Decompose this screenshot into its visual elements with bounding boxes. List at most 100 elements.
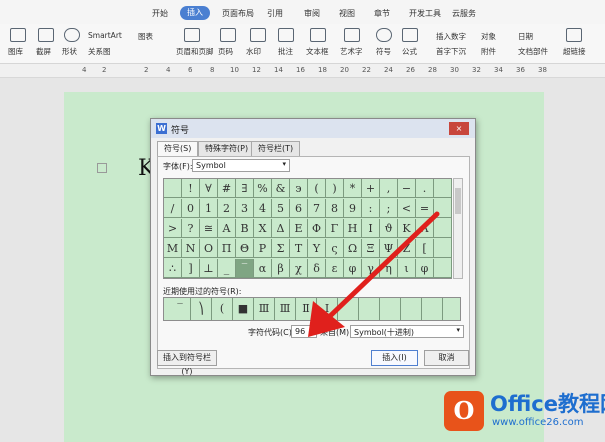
symbol-cell[interactable]: % — [254, 179, 272, 198]
textbox-button[interactable]: 文本框 — [306, 46, 329, 57]
symbol-cell[interactable]: Σ — [272, 239, 290, 258]
from-select[interactable]: Symbol(十进制) ▾ — [350, 325, 464, 338]
symbol-cell[interactable]: ∴ — [164, 259, 182, 278]
symbol-cell[interactable]: ≅ — [200, 219, 218, 238]
page-number-icon[interactable] — [220, 28, 236, 42]
shapes-button[interactable]: 形状 — [62, 46, 77, 57]
recent-symbol-cell[interactable]: Ⅲ — [275, 298, 296, 320]
symbol-cell[interactable]: Ζ — [398, 239, 416, 258]
screenshot-button[interactable]: 截屏 — [36, 46, 51, 57]
picture-icon[interactable] — [10, 28, 26, 42]
recent-symbol-cell[interactable]: ■ — [233, 298, 254, 320]
symbol-cell[interactable]: 7 — [308, 199, 326, 218]
symbol-cell[interactable]: Ρ — [254, 239, 272, 258]
symbol-cell[interactable]: ⊥ — [200, 259, 218, 278]
wordart-button[interactable]: 艺术字 — [340, 46, 363, 57]
symbol-cell[interactable]: δ — [308, 259, 326, 278]
header-footer-button[interactable]: 页眉和页脚 — [176, 46, 214, 57]
char-code-input[interactable]: 96 — [291, 325, 317, 338]
symbol-cell[interactable] — [434, 199, 452, 218]
symbol-cell[interactable]: φ — [416, 259, 434, 278]
symbol-cell[interactable]: Ω — [344, 239, 362, 258]
recent-symbol-cell[interactable]: Ⅱ — [296, 298, 317, 320]
date-button[interactable]: 日期 — [518, 31, 533, 42]
symbol-cell[interactable]: Α — [218, 219, 236, 238]
hyperlink-button[interactable]: 超链接 — [563, 46, 586, 57]
symbol-cell[interactable]: = — [416, 199, 434, 218]
symbol-cell[interactable]: − — [398, 179, 416, 198]
tab-home[interactable]: 开始 — [152, 8, 168, 19]
symbol-cell[interactable]: ; — [380, 199, 398, 218]
recent-symbol-cell[interactable] — [338, 298, 359, 320]
symbol-cell[interactable] — [164, 179, 182, 198]
wordart-icon[interactable] — [344, 28, 360, 42]
symbol-cell[interactable]: , — [380, 179, 398, 198]
comment-button[interactable]: 批注 — [278, 46, 293, 57]
header-footer-icon[interactable] — [184, 28, 200, 42]
tab-special-chars[interactable]: 特殊字符(P) — [198, 141, 256, 156]
symbol-cell[interactable]: ( — [308, 179, 326, 198]
symbol-cell[interactable]: & — [272, 179, 290, 198]
shapes-icon[interactable] — [64, 28, 80, 42]
symbol-cell[interactable]: ∀ — [200, 179, 218, 198]
comment-icon[interactable] — [278, 28, 294, 42]
watermark-icon[interactable] — [250, 28, 266, 42]
recent-symbol-cell[interactable]: ( — [212, 298, 233, 320]
symbol-cell[interactable] — [434, 239, 452, 258]
symbol-cell[interactable]: Λ — [416, 219, 434, 238]
formula-button[interactable]: 公式 — [402, 46, 417, 57]
symbol-cell[interactable]: Γ — [326, 219, 344, 238]
tab-page-layout[interactable]: 页面布局 — [222, 8, 254, 19]
cancel-button[interactable]: 取消 — [424, 350, 469, 366]
symbol-cell[interactable]: ) — [326, 179, 344, 198]
scrollbar-thumb[interactable] — [455, 188, 461, 214]
recent-symbol-cell[interactable]: ‾ — [170, 298, 191, 320]
symbol-cell[interactable]: * — [344, 179, 362, 198]
symbol-cell[interactable]: ? — [182, 219, 200, 238]
chart-button[interactable]: 图表 — [138, 31, 153, 42]
symbol-cell[interactable] — [434, 219, 452, 238]
tab-view[interactable]: 视图 — [339, 8, 355, 19]
symbol-cell[interactable]: ϑ — [380, 219, 398, 238]
tab-dev-tools[interactable]: 开发工具 — [409, 8, 441, 19]
smartart-button[interactable]: SmartArt — [88, 31, 122, 40]
symbol-grid-scrollbar[interactable] — [453, 178, 463, 279]
symbol-cell[interactable]: ϶ — [290, 179, 308, 198]
insert-number-button[interactable]: 插入数字 — [436, 31, 466, 42]
symbol-cell[interactable]: χ — [290, 259, 308, 278]
symbol-cell[interactable]: α — [254, 259, 272, 278]
symbol-cell[interactable]: 0 — [182, 199, 200, 218]
recent-symbol-cell[interactable] — [359, 298, 380, 320]
symbol-cell[interactable]: Ε — [290, 219, 308, 238]
symbol-cell[interactable]: # — [218, 179, 236, 198]
symbol-cell[interactable]: Η — [344, 219, 362, 238]
symbol-cell[interactable]: + — [362, 179, 380, 198]
symbol-cell[interactable]: Χ — [254, 219, 272, 238]
symbol-cell[interactable]: η — [380, 259, 398, 278]
symbol-cell[interactable]: β — [272, 259, 290, 278]
symbol-cell[interactable]: Φ — [308, 219, 326, 238]
symbol-cell[interactable]: Ψ — [380, 239, 398, 258]
symbol-cell[interactable]: φ — [344, 259, 362, 278]
symbol-icon[interactable] — [376, 28, 392, 42]
relations-button[interactable]: 关系图 — [88, 46, 111, 57]
close-button[interactable]: × — [449, 122, 469, 135]
tab-symbol-bar[interactable]: 符号栏(T) — [251, 141, 301, 156]
tab-cloud[interactable]: 云服务 — [452, 8, 476, 19]
symbol-cell[interactable]: Ο — [200, 239, 218, 258]
symbol-cell[interactable]: ‾ — [236, 259, 254, 278]
recent-symbol-cell[interactable]: Ⅰ — [317, 298, 338, 320]
symbol-cell[interactable]: Θ — [236, 239, 254, 258]
watermark-button[interactable]: 水印 — [246, 46, 261, 57]
symbol-cell[interactable]: 2 — [218, 199, 236, 218]
screenshot-icon[interactable] — [38, 28, 54, 42]
recent-symbol-cell[interactable] — [422, 298, 443, 320]
symbol-cell[interactable]: Τ — [290, 239, 308, 258]
symbol-cell[interactable] — [434, 179, 452, 198]
tab-chapter[interactable]: 章节 — [374, 8, 390, 19]
symbol-grid[interactable]: ! ∀ # ∃% & ϶() * +, −. /0 1 2 3 4 5 6 7 8 9:; < = >? ≅ Α Β Χ Δ Ε Φ Γ Η… — [163, 178, 452, 279]
symbol-cell[interactable]: Υ — [308, 239, 326, 258]
tab-references[interactable]: 引用 — [267, 8, 283, 19]
doc-parts-button[interactable]: 文档部件 — [518, 46, 548, 57]
symbol-cell[interactable]: Β — [236, 219, 254, 238]
